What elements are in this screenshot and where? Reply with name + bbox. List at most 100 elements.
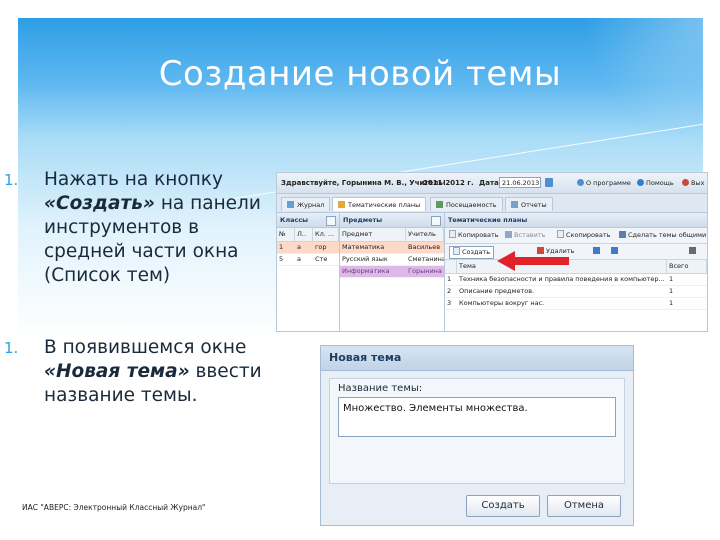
journal-icon — [287, 201, 294, 208]
exit-icon — [682, 179, 689, 186]
table-row[interactable]: 1 а гор — [277, 242, 339, 254]
subjects-panel: Предметы Предмет Учитель Математика Васи… — [340, 213, 445, 331]
button-label: Создать — [462, 248, 491, 256]
calendar-icon[interactable] — [545, 178, 553, 187]
cell: а — [297, 243, 301, 251]
filter-button[interactable] — [689, 244, 698, 259]
arrow-down-icon — [611, 247, 618, 254]
cell: 1 — [669, 275, 674, 283]
move-down-button[interactable] — [611, 244, 620, 259]
cell: Компьютеры вокруг нас. — [459, 299, 545, 307]
slide-footer: ИАС "АВЕРС: Электронный Классный Журнал" — [22, 503, 206, 512]
button-label: Копировать — [458, 231, 499, 239]
tab-label: Тематические планы — [348, 201, 421, 209]
bullet-number: 1. — [4, 339, 19, 357]
cell: 2 — [447, 287, 452, 295]
cell: Сте — [315, 255, 328, 263]
school-year: 2011-2012 г. — [423, 179, 474, 187]
folder-icon — [338, 201, 345, 208]
theme-name-label: Название темы: — [338, 383, 423, 394]
copy-icon — [449, 230, 456, 238]
reports-icon — [511, 201, 518, 208]
cell: Описание предметов. — [459, 287, 535, 295]
column-header[interactable]: Кл. ... — [313, 228, 339, 241]
table-row[interactable]: 3 Компьютеры вокруг нас. 1 — [445, 298, 707, 310]
cell: 1 — [669, 299, 674, 307]
create-button[interactable]: Создать — [466, 495, 540, 517]
about-label: О программе — [586, 179, 631, 187]
tab-thematic-plans[interactable]: Тематические планы — [332, 197, 427, 211]
grid-header: Предмет Учитель — [340, 228, 444, 242]
duplicate-icon — [557, 230, 564, 238]
create-button[interactable]: Создать — [449, 246, 495, 259]
cancel-button[interactable]: Отмена — [547, 495, 621, 517]
paste-icon — [505, 231, 512, 238]
bullet-quote: «Создать» — [44, 193, 155, 214]
panel-title: Предметы — [343, 216, 383, 224]
column-header[interactable]: Предмет — [340, 228, 406, 241]
new-theme-dialog: Новая тема Название темы: Множество. Эле… — [320, 345, 634, 526]
info-icon — [577, 179, 584, 186]
column-header[interactable]: Всего — [667, 260, 707, 273]
grid-header: № Л.. Кл. ... — [277, 228, 339, 242]
tab-attendance[interactable]: Посещаемость — [430, 197, 503, 211]
panel-header: Классы — [277, 213, 339, 228]
refresh-icon[interactable] — [326, 216, 336, 226]
bullet-pre: Нажать на кнопку — [44, 169, 223, 190]
bullet-quote: «Новая тема» — [44, 361, 190, 382]
themes-toolbar-top: Копировать Вставить Скопировать Сделать … — [445, 228, 707, 244]
new-doc-icon — [453, 247, 460, 255]
panel-header: Тематические планы — [445, 213, 707, 228]
exit-link[interactable]: Вых — [682, 179, 704, 187]
themes-toolbar-bottom: Создать Удалить — [445, 244, 707, 260]
attendance-icon — [436, 201, 443, 208]
table-row[interactable]: Математика Васильев — [340, 242, 444, 254]
cell: 1 — [447, 275, 452, 283]
paste-button[interactable]: Вставить — [505, 228, 545, 243]
dialog-title: Новая тема — [321, 346, 633, 371]
tab-journal[interactable]: Журнал — [281, 197, 331, 211]
panel-title: Классы — [280, 216, 309, 224]
bullet-text: В появившемся окне «Новая тема» ввести н… — [44, 336, 274, 408]
app-screenshot: Здравствуйте, Горынина М. В., Учитель! 2… — [276, 172, 708, 332]
move-up-button[interactable] — [593, 244, 602, 259]
date-field[interactable]: 21.06.2013 — [499, 177, 541, 188]
help-label: Помощь — [646, 179, 674, 187]
filter-icon — [689, 247, 696, 254]
column-header[interactable]: № — [277, 228, 295, 241]
column-header[interactable]: Л.. — [295, 228, 313, 241]
cell: Математика — [342, 243, 385, 251]
copy-button[interactable]: Копировать — [449, 228, 499, 243]
grid-header: Тема Всего — [445, 260, 707, 274]
panel-header: Предметы — [340, 213, 444, 228]
column-header — [445, 260, 457, 273]
cell: гор — [315, 243, 327, 251]
table-row[interactable]: 1 Техника безопасности и правила поведен… — [445, 274, 707, 286]
table-row[interactable]: Информатика Горынина — [340, 266, 444, 278]
table-row[interactable]: 2 Описание предметов. 1 — [445, 286, 707, 298]
help-link[interactable]: Помощь — [637, 179, 674, 187]
cell: 1 — [279, 243, 284, 251]
bullet-pre: В появившемся окне — [44, 337, 247, 358]
red-arrow-icon — [497, 251, 569, 271]
classes-panel: Классы № Л.. Кл. ... 1 а гор 5 а Сте — [277, 213, 340, 331]
cell: 1 — [669, 287, 674, 295]
cell: 3 — [447, 299, 452, 307]
table-row[interactable]: Русский язык Сметанина — [340, 254, 444, 266]
tab-label: Журнал — [297, 201, 325, 209]
refresh-icon[interactable] — [431, 216, 441, 226]
table-row[interactable]: 5 а Сте — [277, 254, 339, 266]
cell: Техника безопасности и правила поведения… — [459, 275, 665, 283]
cell: Васильев — [408, 243, 441, 251]
share-themes-button[interactable]: Сделать темы общими — [619, 228, 706, 243]
cell: Сметанина — [408, 255, 444, 263]
tab-label: Отчеты — [521, 201, 547, 209]
column-header[interactable]: Учитель — [406, 228, 444, 241]
tab-reports[interactable]: Отчеты — [505, 197, 553, 211]
about-link[interactable]: О программе — [577, 179, 631, 187]
bullet-text: Нажать на кнопку «Создать» на панели инс… — [44, 168, 274, 288]
theme-name-input[interactable]: Множество. Элементы множества. — [338, 397, 616, 437]
duplicate-button[interactable]: Скопировать — [557, 228, 610, 243]
greeting-text: Здравствуйте, Горынина М. В., Учитель! — [281, 179, 446, 187]
button-label: Сделать темы общими — [628, 231, 707, 239]
